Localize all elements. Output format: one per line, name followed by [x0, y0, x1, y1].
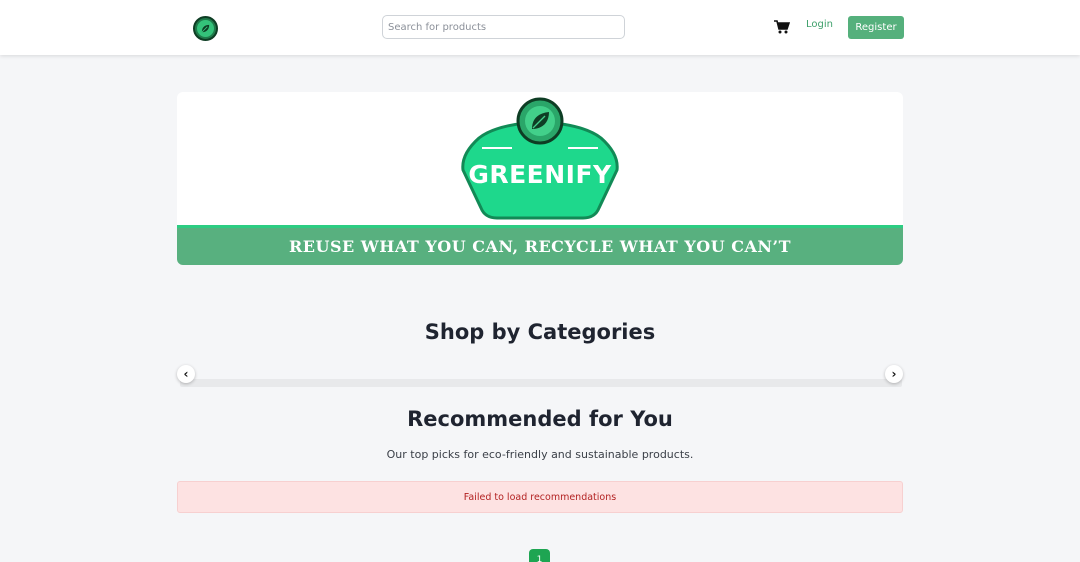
hero-banner: GREENIFY REUSE WHAT YOU CAN, RECYCLE WHA…: [177, 92, 903, 265]
chevron-right-icon[interactable]: ›: [885, 365, 903, 383]
top-navbar: Login Register: [0, 0, 1080, 55]
chevron-left-icon[interactable]: ‹: [177, 365, 195, 383]
register-button[interactable]: Register: [848, 16, 904, 39]
recommended-subtitle: Our top picks for eco-friendly and susta…: [386, 448, 694, 461]
pagination-page-button[interactable]: 1: [529, 549, 550, 562]
leaf-logo-icon[interactable]: [193, 16, 218, 41]
categories-heading: Shop by Categories: [424, 320, 656, 344]
tagline-text: REUSE WHAT YOU CAN, RECYCLE WHAT YOU CAN…: [289, 237, 791, 256]
brand-name: GREENIFY: [468, 160, 612, 189]
error-message: Failed to load recommendations: [463, 491, 617, 503]
error-alert: Failed to load recommendations: [177, 481, 903, 513]
search-input[interactable]: [382, 15, 625, 39]
login-link[interactable]: Login: [806, 19, 833, 30]
tagline-strip: REUSE WHAT YOU CAN, RECYCLE WHAT YOU CAN…: [177, 225, 903, 265]
cart-icon[interactable]: [774, 19, 790, 35]
recommended-heading: Recommended for You: [407, 407, 673, 431]
categories-carousel[interactable]: [180, 379, 902, 387]
